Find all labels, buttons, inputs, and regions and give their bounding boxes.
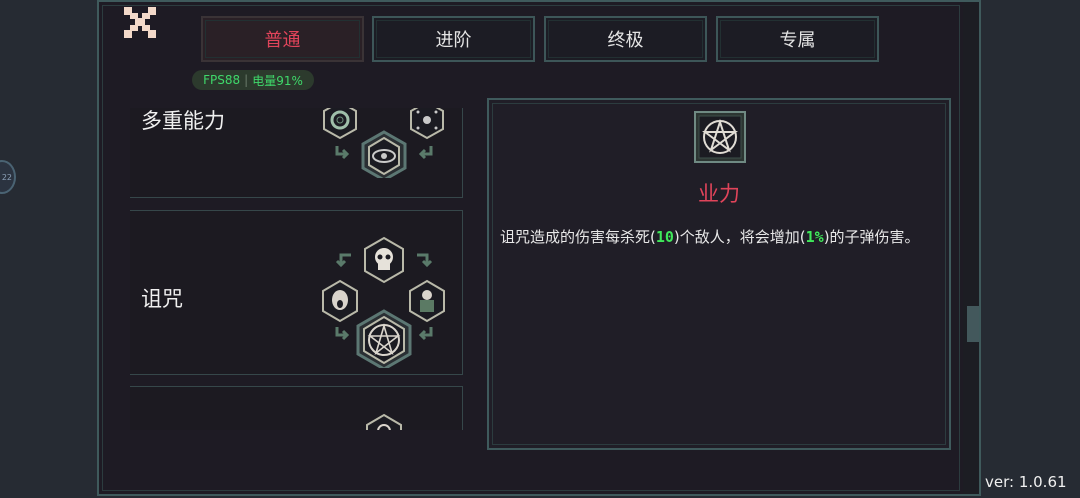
tab-advanced[interactable]: 进阶 (372, 16, 535, 62)
fps-battery-indicator: FPS88 | 电量91% (192, 70, 314, 90)
hex-sigil-icon (366, 413, 402, 430)
side-handle-badge[interactable]: 22 (0, 160, 16, 194)
bonus-value: 1% (805, 228, 824, 246)
pentagram-icon (694, 111, 746, 163)
list-item-partial[interactable] (130, 386, 463, 430)
tab-ultimate[interactable]: 终极 (544, 16, 707, 62)
battery-readout: 电量91% (252, 73, 303, 88)
hex-skull-icon (364, 236, 404, 284)
divider: | (244, 73, 249, 87)
fps-readout: FPS88 (203, 73, 241, 87)
list-item-curse[interactable]: 诅咒 (130, 210, 463, 375)
close-button[interactable] (120, 4, 160, 40)
list-item-label: 诅咒 (141, 287, 183, 311)
detail-description: 诅咒造成的伤害每杀死(10)个敌人，将会增加(1%)的子弹伤害。 (500, 228, 920, 246)
hex-ghost-icon (409, 279, 445, 323)
scroll-thumb[interactable] (967, 306, 979, 342)
scroll-track[interactable] (963, 0, 981, 496)
combo-list[interactable]: 多重能力 诅咒 (130, 108, 464, 430)
kills-value: 10 (655, 228, 674, 246)
tab-exclusive[interactable]: 专属 (716, 16, 879, 62)
detail-panel: 业力 诅咒造成的伤害每杀死(10)个敌人，将会增加(1%)的子弹伤害。 (487, 98, 951, 450)
hex-scream-icon (322, 279, 358, 323)
hex-eye-icon (323, 108, 357, 140)
detail-title: 业力 (698, 182, 740, 206)
list-item-label: 多重能力 (141, 109, 225, 133)
version-label: ver: 1.0.61 (985, 473, 1067, 491)
hex-all-seeing-eye-icon (361, 130, 407, 178)
tab-normal[interactable]: 普通 (201, 16, 364, 62)
list-item-multi-ability[interactable]: 多重能力 (130, 108, 463, 198)
hex-pentagram-icon (356, 309, 412, 368)
combo-diagram (366, 413, 402, 430)
combo-diagram (322, 236, 445, 368)
close-icon (124, 7, 156, 38)
hex-star-icon (410, 108, 444, 140)
combo-diagram (323, 108, 444, 178)
